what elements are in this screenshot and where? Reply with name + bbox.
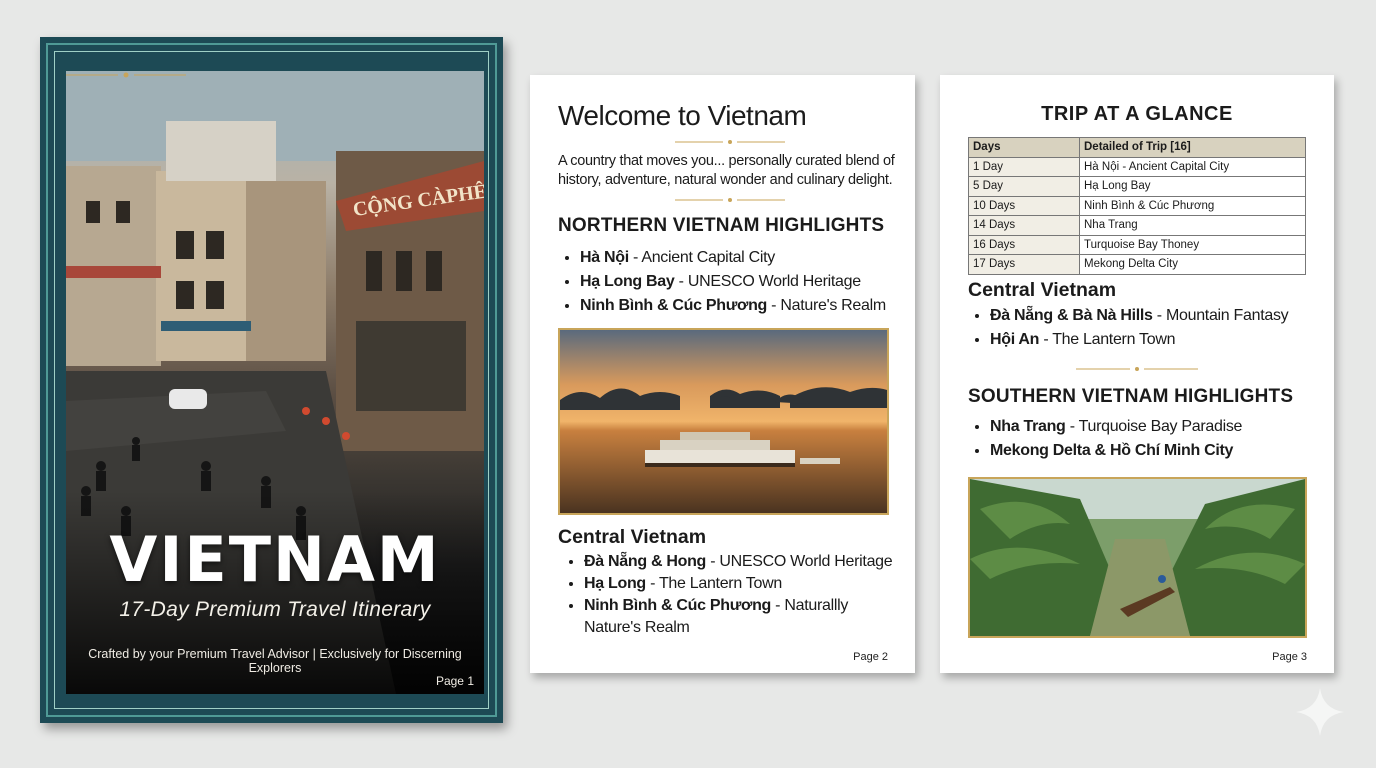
mekong-delta-photo bbox=[968, 477, 1307, 638]
central-heading: Central Vietnam bbox=[558, 526, 707, 548]
list-item: Hội An - The Lantern Town bbox=[990, 328, 1288, 352]
intro-text: A country that moves you... personally c… bbox=[558, 153, 895, 188]
central-heading: Central Vietnam bbox=[968, 279, 1117, 301]
central-list: Đà Nẵng & Bà Nà Hills - Mountain Fantasy… bbox=[968, 304, 1289, 352]
northern-list: Hà Nội - Ancient Capital City Hạ Long Ba… bbox=[558, 246, 886, 318]
list-item: Đà Nẵng & Bà Nà Hills - Mountain Fantasy bbox=[990, 304, 1289, 328]
page-number: Page 2 bbox=[853, 651, 888, 663]
table-header-row: Days Detailed of Trip [16] bbox=[968, 137, 1306, 158]
column-header-days: Days bbox=[968, 137, 1080, 158]
list-item: Hà Nội - Ancient Capital City bbox=[580, 246, 886, 270]
list-item: Hạ Long Bay - UNESCO World Heritage bbox=[580, 270, 886, 294]
welcome-title: Welcome to Vietnam bbox=[558, 100, 807, 131]
list-item: Ninh Bình & Cúc Phương - Nature's Realm bbox=[580, 294, 886, 318]
page-2: Welcome to Vietnam A country that moves … bbox=[530, 75, 915, 673]
table-row: 14 Days Nha Trang bbox=[968, 215, 1306, 236]
cover-ornament bbox=[66, 72, 186, 78]
southern-list: Nha Trang - Turquoise Bay Paradise Mekon… bbox=[968, 415, 1242, 463]
column-header-detail: Detailed of Trip [16] bbox=[1079, 137, 1306, 158]
page-number: Page 1 bbox=[435, 674, 474, 688]
list-item: Nha Trang - Turquoise Bay Paradise bbox=[990, 415, 1242, 439]
divider-ornament bbox=[1076, 367, 1198, 371]
divider-ornament bbox=[675, 140, 785, 144]
list-item: Ninh Bình & Cúc Phương - Naturallly Natu… bbox=[584, 595, 859, 639]
list-item: Đà Nẵng & Hong - UNESCO World Heritage bbox=[584, 551, 914, 573]
table-row: 10 Days Ninh Bình & Cúc Phương bbox=[968, 195, 1306, 216]
list-item: Mekong Delta & Hồ Chí Minh City bbox=[990, 439, 1242, 463]
sparkle-icon bbox=[1296, 688, 1344, 736]
cover-page: CỘNG CÀPHÊ VIETNAM 17-Day Premium Travel… bbox=[40, 37, 503, 723]
northern-heading: NORTHERN VIETNAM HIGHLIGHTS bbox=[558, 215, 885, 236]
central-list: Đà Nẵng & Hong - UNESCO World Heritage H… bbox=[562, 551, 914, 639]
cover-credit: Crafted by your Premium Travel Advisor |… bbox=[88, 647, 462, 675]
trip-at-a-glance-title: TRIP AT A GLANCE bbox=[1041, 103, 1233, 125]
hanoi-street-photo: CỘNG CÀPHÊ VIETNAM 17-Day Premium Travel… bbox=[66, 71, 484, 694]
cover-title: VIETNAM bbox=[109, 523, 441, 596]
table-row: 1 Day Hà Nội - Ancient Capital City bbox=[968, 156, 1306, 177]
divider-ornament bbox=[675, 198, 785, 202]
list-item: Hạ Long - The Lantern Town bbox=[584, 573, 914, 595]
page-number: Page 3 bbox=[1272, 651, 1307, 663]
page-3: TRIP AT A GLANCE Days Detailed of Trip [… bbox=[940, 75, 1334, 673]
table-row: 5 Day Hạ Long Bay bbox=[968, 176, 1306, 197]
table-row: 17 Days Mekong Delta City bbox=[968, 254, 1306, 275]
southern-heading: SOUTHERN VIETNAM HIGHLIGHTS bbox=[968, 386, 1294, 407]
table-row: 16 Days Turquoise Bay Thoney bbox=[968, 234, 1306, 255]
cover-subtitle: 17-Day Premium Travel Itinerary bbox=[119, 598, 431, 621]
halong-bay-photo bbox=[558, 328, 889, 515]
trip-table: Days Detailed of Trip [16] 1 Day Hà Nội -… bbox=[968, 137, 1306, 275]
